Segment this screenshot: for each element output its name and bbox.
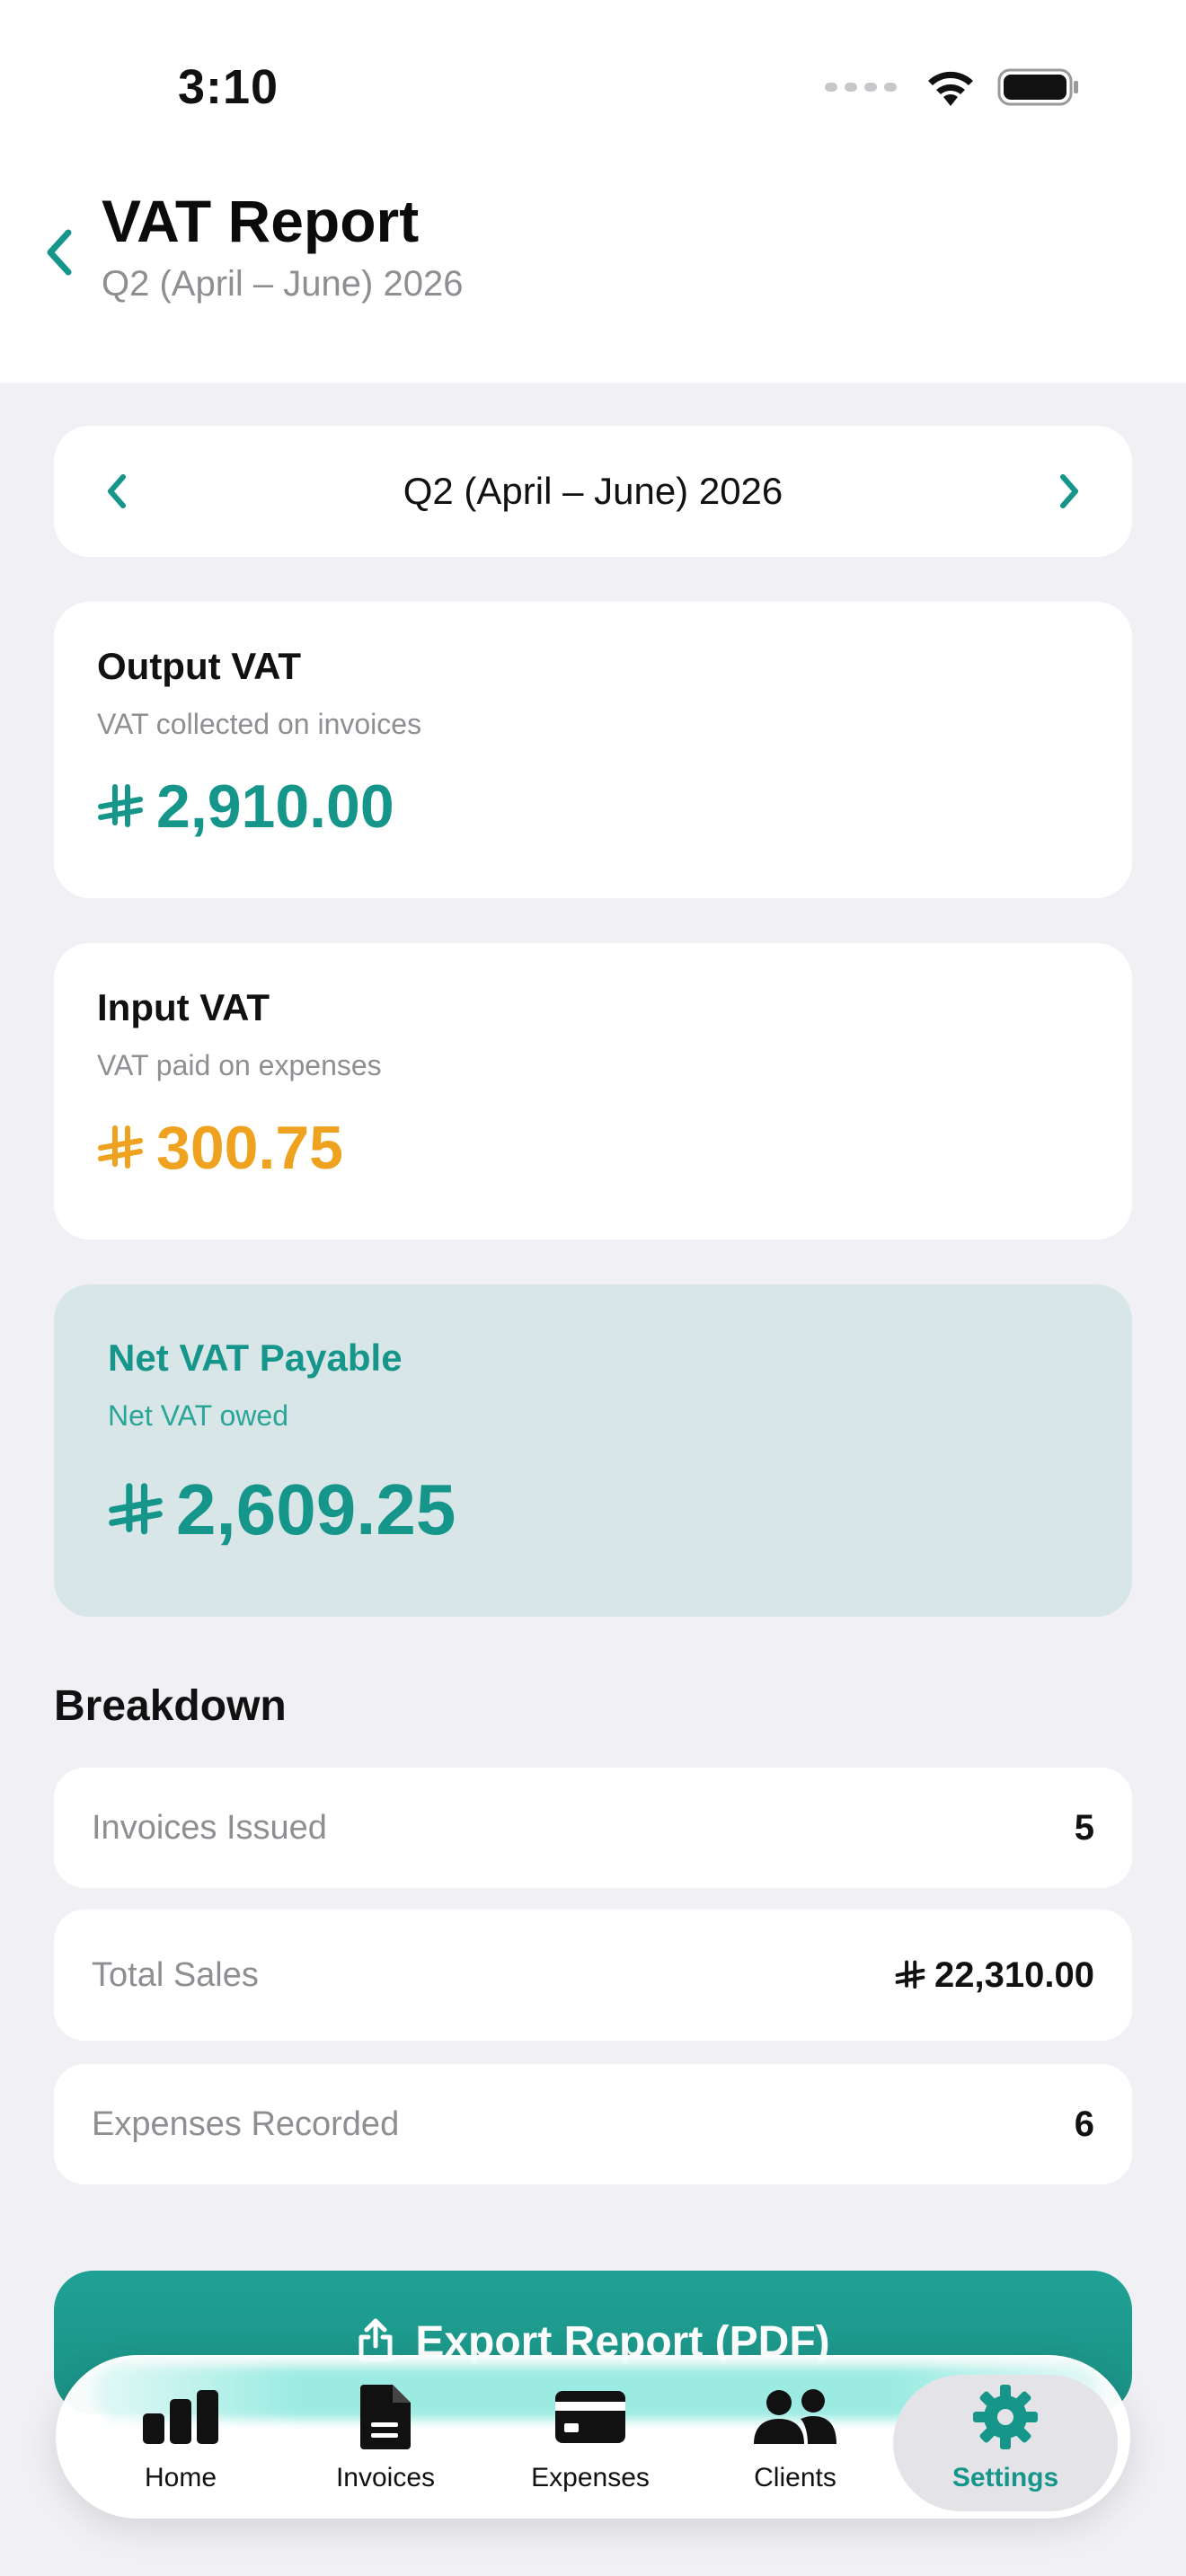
input-vat-title: Input VAT bbox=[97, 986, 270, 1028]
people-icon bbox=[754, 2389, 836, 2444]
period-label: Q2 (April – June) 2026 bbox=[403, 470, 783, 512]
credit-card-icon bbox=[555, 2391, 625, 2443]
net-vat-title: Net VAT Payable bbox=[108, 1337, 403, 1379]
tab-label: Invoices bbox=[335, 2463, 436, 2492]
net-vat-amount-row: 2,609.25 bbox=[108, 1469, 1078, 1551]
input-vat-subtitle: VAT paid on expenses bbox=[97, 1049, 382, 1081]
header: 3:10 VAT Report Q2 (April – June) 2026 bbox=[0, 0, 1186, 383]
chevron-left-icon bbox=[47, 229, 72, 276]
tab-label: Home bbox=[144, 2463, 217, 2492]
breakdown-row-expenses: Expenses Recorded 6 bbox=[54, 2064, 1132, 2184]
output-vat-title: Output VAT bbox=[97, 645, 302, 687]
tab-label: Clients bbox=[754, 2463, 836, 2492]
breakdown-row-sales: Total Sales 22,310.00 bbox=[54, 1910, 1132, 2041]
document-icon bbox=[360, 2385, 411, 2449]
tab-settings[interactable]: Settings bbox=[893, 2375, 1118, 2511]
back-button[interactable] bbox=[36, 221, 81, 284]
cellular-signal-icon bbox=[825, 83, 897, 92]
breakdown-title: Breakdown bbox=[54, 1682, 287, 1730]
currency-icon bbox=[97, 1125, 144, 1171]
net-vat-subtitle: Net VAT owed bbox=[108, 1399, 288, 1432]
output-vat-subtitle: VAT collected on invoices bbox=[97, 708, 422, 740]
chevron-left-icon bbox=[108, 474, 126, 508]
tab-label: Settings bbox=[951, 2463, 1059, 2492]
output-vat-card: Output VAT VAT collected on invoices 2,9… bbox=[54, 602, 1132, 898]
chevron-right-icon bbox=[1059, 474, 1078, 508]
next-period-button[interactable] bbox=[1042, 464, 1096, 518]
previous-period-button[interactable] bbox=[90, 464, 144, 518]
breakdown-row-label: Total Sales bbox=[92, 1955, 259, 1994]
tab-home[interactable]: Home bbox=[77, 2375, 284, 2511]
gear-icon bbox=[973, 2385, 1038, 2449]
chart-bar-icon bbox=[143, 2390, 218, 2444]
status-time: 3:10 bbox=[178, 60, 279, 114]
net-vat-amount: 2,609.25 bbox=[176, 1469, 456, 1549]
input-vat-amount: 300.75 bbox=[156, 1114, 343, 1182]
currency-icon bbox=[108, 1482, 164, 1538]
currency-icon bbox=[97, 783, 144, 830]
tab-invoices[interactable]: Invoices bbox=[282, 2375, 489, 2511]
tab-expenses[interactable]: Expenses bbox=[487, 2375, 694, 2511]
breakdown-row-value: 5 bbox=[1074, 1807, 1094, 1848]
breakdown-row-value: 22,310.00 bbox=[934, 1954, 1094, 1995]
period-selector: Q2 (April – June) 2026 bbox=[54, 426, 1132, 557]
wifi-icon bbox=[928, 71, 973, 106]
breakdown-row-value: 6 bbox=[1074, 2104, 1094, 2144]
output-vat-amount: 2,910.00 bbox=[156, 772, 394, 841]
breakdown-row-label: Invoices Issued bbox=[92, 1808, 327, 1847]
tab-bar: Home Invoices Expenses Clients Settings bbox=[56, 2355, 1130, 2519]
tab-clients[interactable]: Clients bbox=[692, 2375, 898, 2511]
input-vat-amount-row: 300.75 bbox=[97, 1113, 1089, 1183]
battery-icon bbox=[997, 68, 1078, 106]
tab-label: Expenses bbox=[531, 2463, 650, 2492]
status-icons bbox=[825, 65, 1080, 110]
breakdown-row-value-group: 22,310.00 bbox=[895, 1955, 1094, 1996]
breakdown-row-invoices: Invoices Issued 5 bbox=[54, 1768, 1132, 1888]
input-vat-card: Input VAT VAT paid on expenses 300.75 bbox=[54, 943, 1132, 1239]
output-vat-amount-row: 2,910.00 bbox=[97, 772, 1089, 842]
currency-icon bbox=[895, 1960, 925, 1990]
breakdown-row-label: Expenses Recorded bbox=[92, 2104, 400, 2143]
net-vat-card: Net VAT Payable Net VAT owed 2,609.25 bbox=[54, 1284, 1132, 1617]
page-subtitle: Q2 (April – June) 2026 bbox=[102, 264, 464, 304]
page-title: VAT Report bbox=[102, 188, 420, 254]
